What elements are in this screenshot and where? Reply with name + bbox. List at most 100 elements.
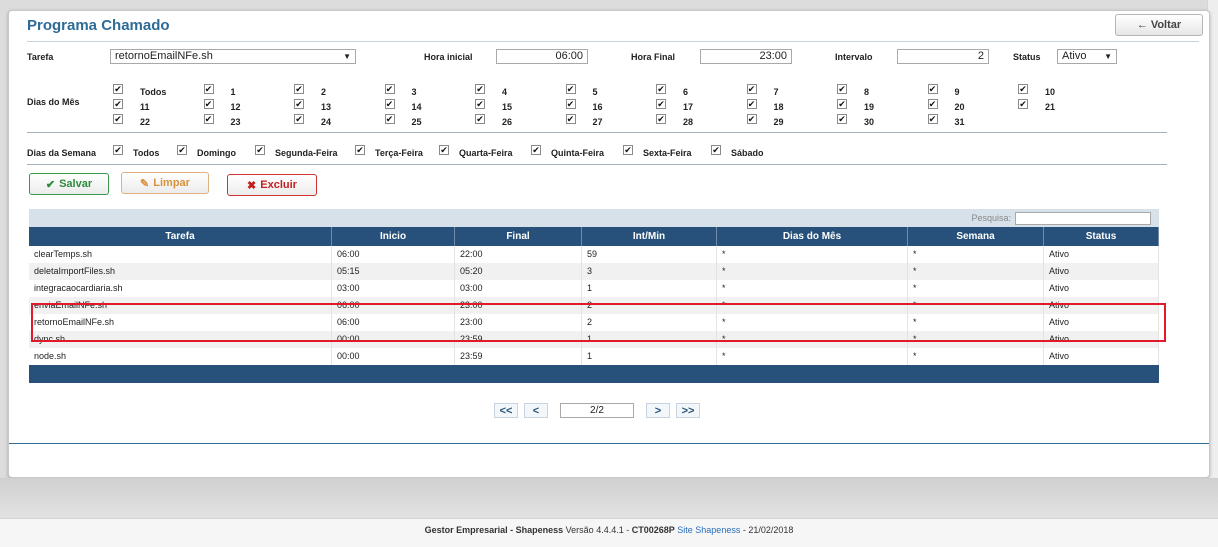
day-of-month-checkbox[interactable]: ✔: [565, 99, 576, 109]
day-of-week-checkbox[interactable]: ✔: [255, 145, 265, 155]
table-header: Tarefa Inicio Final Int/Min Dias do Mês Seman…: [29, 227, 1159, 246]
day-of-month-label: 19: [864, 102, 875, 112]
search-label: Pesquisa:: [971, 213, 1011, 223]
tasks-table: Pesquisa: Tarefa Inicio Final Int/Min Dias d…: [29, 209, 1159, 383]
table-row[interactable]: integracaocardiaria.sh 03:00 03:00 1 * * Ativo: [29, 280, 1159, 297]
delete-button[interactable]: ✖ Excluir: [227, 174, 317, 196]
day-of-week-checkbox[interactable]: ✔: [177, 145, 187, 155]
day-of-month-checkbox[interactable]: ✔: [294, 114, 304, 124]
day-of-month-label: 29: [773, 117, 784, 127]
day-of-month-checkbox[interactable]: ✔: [656, 114, 666, 124]
table-cell: 05:20: [455, 263, 582, 280]
day-of-month-label: 13: [321, 102, 332, 112]
day-of-month-checkbox[interactable]: ✔: [927, 114, 938, 124]
day-of-week-checkbox[interactable]: ✔: [355, 145, 365, 155]
day-of-month-checkbox[interactable]: ✔: [294, 99, 304, 109]
page-footer: Gestor Empresarial - Shapeness Versão 4.…: [0, 518, 1218, 547]
table-cell: *: [717, 297, 908, 314]
day-of-month-checkbox[interactable]: ✔: [475, 99, 485, 109]
day-of-month-checkbox[interactable]: ✔: [837, 99, 847, 109]
table-cell: 3: [582, 263, 717, 280]
last-page-button[interactable]: >>: [676, 403, 700, 418]
table-cell: 23:59: [455, 348, 582, 365]
day-of-month-checkbox[interactable]: ✔: [656, 84, 666, 94]
day-of-month-label: 25: [411, 117, 422, 127]
day-of-month-checkbox[interactable]: ✔: [656, 99, 666, 109]
back-button[interactable]: ← Voltar: [1115, 14, 1203, 36]
first-page-button[interactable]: <<: [494, 403, 518, 418]
day-of-month-checkbox[interactable]: ✔: [384, 99, 395, 109]
status-select[interactable]: Ativo ▼: [1057, 49, 1117, 64]
day-of-month-checkbox[interactable]: ✔: [927, 99, 938, 109]
day-of-month-checkbox[interactable]: ✔: [837, 84, 847, 94]
table-cell: *: [908, 331, 1044, 348]
hora-inicial-input[interactable]: 06:00: [496, 49, 588, 64]
day-of-month-checkbox[interactable]: ✔: [746, 114, 757, 124]
day-of-month-checkbox[interactable]: ✔: [927, 84, 938, 94]
table-cell: 2: [582, 297, 717, 314]
column-header[interactable]: Dias do Mês: [717, 227, 908, 246]
caret-down-icon: ▼: [343, 52, 351, 61]
table-cell: 06:00: [332, 246, 455, 263]
day-of-week-checkbox[interactable]: ✔: [711, 145, 721, 155]
day-of-week-checkbox[interactable]: ✔: [531, 145, 541, 155]
clear-button[interactable]: ✎ Limpar: [121, 172, 209, 194]
intervalo-input[interactable]: 2: [897, 49, 989, 64]
day-of-month-checkbox[interactable]: ✔: [475, 114, 485, 124]
day-of-month-checkbox[interactable]: ✔: [837, 114, 847, 124]
day-of-month-checkbox[interactable]: ✔: [113, 84, 123, 94]
day-of-month-checkbox[interactable]: ✔: [1018, 99, 1028, 109]
column-header[interactable]: Final: [455, 227, 582, 246]
save-button[interactable]: ✔ Salvar: [29, 173, 109, 195]
day-of-month-checkbox[interactable]: ✔: [384, 114, 395, 124]
column-header[interactable]: Status: [1044, 227, 1159, 246]
day-of-month-checkbox[interactable]: ✔: [1018, 84, 1028, 94]
day-of-week-checkbox[interactable]: ✔: [623, 145, 633, 155]
day-of-month-checkbox[interactable]: ✔: [746, 84, 757, 94]
day-of-week-checkbox[interactable]: ✔: [439, 145, 449, 155]
table-cell: 03:00: [455, 280, 582, 297]
table-footer: [29, 365, 1159, 383]
day-of-month-checkbox[interactable]: ✔: [475, 84, 485, 94]
table-cell: retornoEmailNFe.sh: [29, 314, 332, 331]
table-row[interactable]: clearTemps.sh 06:00 22:00 59 * * Ativo: [29, 246, 1159, 263]
day-of-month-checkbox[interactable]: ✔: [565, 84, 576, 94]
day-of-month-checkbox[interactable]: ✔: [203, 114, 214, 124]
background-decoration: [0, 478, 1218, 518]
day-of-month-label: 27: [592, 117, 603, 127]
day-of-month-checkbox[interactable]: ✔: [203, 84, 214, 94]
pagination: << < 2/2 > >>: [494, 403, 700, 418]
table-row[interactable]: deletaImportFiles.sh 05:15 05:20 3 * * Ativo: [29, 263, 1159, 280]
page-number-input[interactable]: 2/2: [560, 403, 634, 418]
search-input[interactable]: [1015, 211, 1151, 225]
tarefa-select[interactable]: retornoEmailNFe.sh ▼: [110, 49, 356, 64]
footer-site-link[interactable]: Site Shapeness: [677, 525, 740, 535]
day-of-month-checkbox[interactable]: ✔: [113, 99, 123, 109]
status-label: Status: [1013, 52, 1041, 62]
caret-down-icon: ▼: [1104, 52, 1112, 61]
day-of-week-checkbox[interactable]: ✔: [113, 145, 123, 155]
next-page-button[interactable]: >: [646, 403, 670, 418]
table-row[interactable]: enviaEmailNFe.sh 06:00 23:00 2 * * Ativo: [29, 297, 1159, 314]
column-header[interactable]: Tarefa: [29, 227, 332, 246]
table-row[interactable]: retornoEmailNFe.sh 06:00 23:00 2 * * Ativo: [29, 314, 1159, 331]
table-cell: 06:00: [332, 314, 455, 331]
table-row[interactable]: node.sh 00:00 23:59 1 * * Ativo: [29, 348, 1159, 365]
day-of-month-label: 17: [683, 102, 694, 112]
column-header[interactable]: Inicio: [332, 227, 455, 246]
intervalo-label: Intervalo: [835, 52, 873, 62]
hora-final-input[interactable]: 23:00: [700, 49, 792, 64]
day-of-month-checkbox[interactable]: ✔: [294, 84, 304, 94]
day-of-month-checkbox[interactable]: ✔: [203, 99, 214, 109]
day-of-month-checkbox[interactable]: ✔: [746, 99, 757, 109]
prev-page-button[interactable]: <: [524, 403, 548, 418]
column-header[interactable]: Int/Min: [582, 227, 717, 246]
day-of-month-checkbox[interactable]: ✔: [384, 84, 395, 94]
day-of-week-label: Quinta-Feira: [551, 148, 605, 158]
day-of-month-checkbox[interactable]: ✔: [113, 114, 123, 124]
day-of-month-checkbox[interactable]: ✔: [565, 114, 576, 124]
day-of-month-label: 4: [502, 87, 508, 97]
column-header[interactable]: Semana: [908, 227, 1044, 246]
table-row[interactable]: dync.sh 00:00 23:59 1 * * Ativo: [29, 331, 1159, 348]
bottom-divider: [9, 443, 1209, 444]
